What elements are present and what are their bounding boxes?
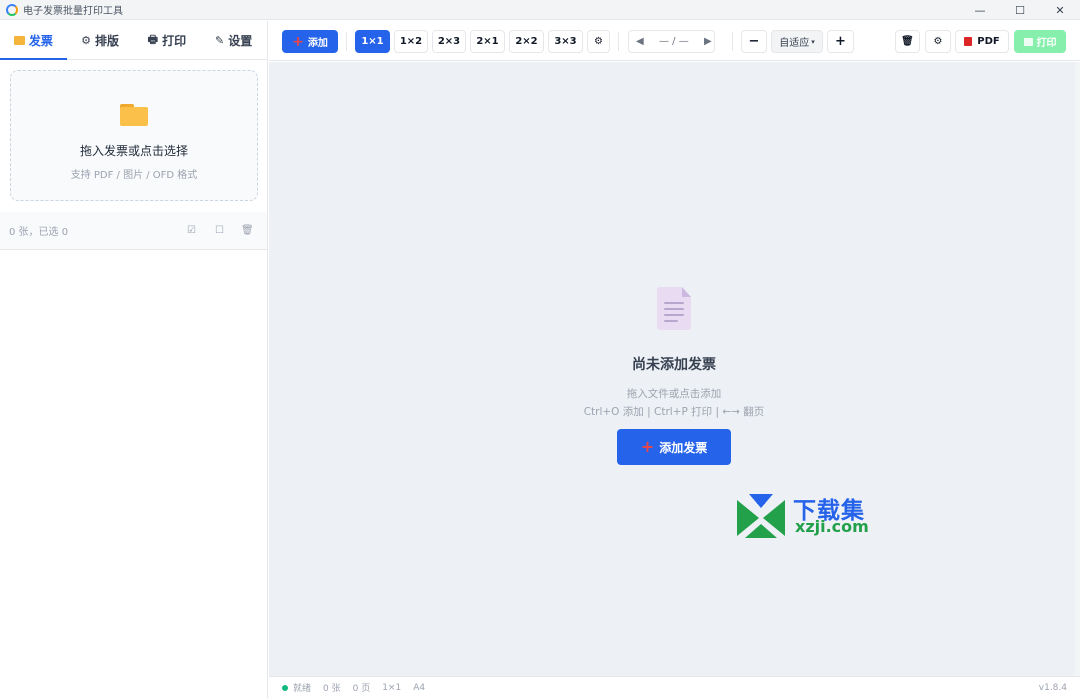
preview-area[interactable]: 尚未添加发票 拖入文件或点击添加 Ctrl+O 添加 | Ctrl+P 打印 |…: [269, 62, 1075, 676]
print-button[interactable]: 打印: [1014, 30, 1066, 53]
watermark-url: xzji.com: [795, 517, 869, 536]
current-layout: 1×1: [382, 682, 402, 693]
maximize-button[interactable]: ☐: [1000, 0, 1040, 20]
tab-invoices[interactable]: 发票: [0, 21, 67, 60]
document-line: [664, 308, 684, 310]
toolbar: + 添加 1×1 1×2 2×3 2×1 2×2 3×3 ⚙ ◀ — / — ▶…: [269, 21, 1080, 61]
gear-icon: ⚙: [933, 36, 943, 47]
layout-1x1-button[interactable]: 1×1: [355, 30, 390, 53]
tab-settings[interactable]: ✎ 设置: [200, 21, 267, 59]
open-folder-icon: [120, 104, 148, 126]
window-title: 电子发票批量打印工具: [23, 6, 123, 17]
app-logo-icon: [6, 3, 18, 16]
tab-settings-label: 设置: [228, 33, 253, 48]
add-invoice-button[interactable]: + 添加发票: [617, 429, 731, 465]
status-bar: 就绪 0 张 0 页 1×1 A4 v1.8.4: [269, 676, 1080, 698]
pdf-button-label: PDF: [977, 36, 1000, 47]
gear-icon: ⚙: [81, 33, 92, 47]
empty-state-hint: 拖入文件或点击添加: [626, 388, 722, 400]
select-all-icon[interactable]: ☑: [187, 225, 196, 236]
layout-1x2-button[interactable]: 1×2: [394, 30, 428, 53]
paper-size: A4: [413, 682, 426, 693]
tab-print[interactable]: 🖶 打印: [134, 21, 201, 59]
watermark-logo-icon: [737, 494, 785, 538]
pdf-icon: [964, 37, 973, 46]
scrollbar[interactable]: [1075, 62, 1080, 676]
file-dropzone[interactable]: 拖入发票或点击选择 支持 PDF / 图片 / OFD 格式: [10, 70, 258, 201]
shortcut-hint: Ctrl+O 添加 | Ctrl+P 打印 | ←→ 翻页: [583, 406, 765, 418]
page-count: 0 页: [352, 684, 371, 694]
divider: [346, 32, 347, 51]
delete-icon[interactable]: 🗑: [241, 225, 254, 236]
dropzone-title: 拖入发票或点击选择: [79, 144, 188, 158]
trash-icon: 🗑: [901, 36, 914, 47]
printer-icon: 🖶: [147, 32, 159, 46]
close-button[interactable]: ✕: [1040, 0, 1080, 20]
document-line: [664, 314, 684, 316]
gear-icon: ⚙: [594, 36, 603, 47]
page-indicator: — / —: [659, 36, 689, 47]
layout-3x3-button[interactable]: 3×3: [548, 30, 583, 53]
document-line: [664, 302, 684, 304]
invoice-list-header: 0 张，已选 0 ☑ ☐ 🗑: [0, 212, 267, 250]
layout-2x1-button[interactable]: 2×1: [470, 30, 505, 53]
print-button-label: 打印: [1036, 38, 1057, 49]
divider: [618, 32, 619, 51]
minimize-button[interactable]: —: [960, 0, 1000, 20]
tab-invoices-label: 发票: [28, 33, 53, 48]
folder-icon: [13, 35, 25, 45]
zoom-out-button[interactable]: −: [741, 30, 767, 53]
chevron-down-icon: ▾: [811, 37, 815, 46]
sidebar: 发票 ⚙ 排版 🖶 打印 ✎ 设置 拖入发票或点击选择 支持 PDF / 图片 …: [0, 21, 268, 698]
plus-icon: +: [292, 33, 304, 50]
wrench-icon: ✎: [215, 33, 225, 47]
version-label: v1.8.4: [1038, 682, 1067, 693]
invoice-count: 0 张: [323, 684, 341, 694]
status-text: 就绪: [293, 684, 312, 694]
add-button-label: 添加: [307, 38, 328, 49]
prev-page-icon[interactable]: ◀: [636, 30, 644, 53]
zoom-select[interactable]: 自适应 ▾: [771, 30, 823, 53]
printer-icon: [1023, 37, 1033, 46]
add-invoice-label: 添加发票: [659, 440, 708, 455]
zoom-in-button[interactable]: +: [827, 30, 854, 53]
layout-settings-button[interactable]: ⚙: [587, 30, 610, 53]
title-bar: 电子发票批量打印工具 — ☐ ✕: [0, 0, 1080, 20]
window-controls: — ☐ ✕: [960, 0, 1080, 20]
dropzone-subtitle: 支持 PDF / 图片 / OFD 格式: [70, 170, 198, 181]
selection-count: 0 张，已选 0: [9, 227, 69, 238]
tab-layout-label: 排版: [95, 33, 120, 48]
document-fold: [682, 287, 691, 297]
export-pdf-button[interactable]: PDF: [955, 30, 1009, 53]
sidebar-tabs: 发票 ⚙ 排版 🖶 打印 ✎ 设置: [0, 21, 267, 60]
empty-state-title: 尚未添加发票: [632, 357, 716, 373]
clear-button[interactable]: 🗑: [895, 30, 920, 53]
tab-layout[interactable]: ⚙ 排版: [67, 21, 134, 59]
zoom-value: 自适应: [779, 38, 810, 49]
status-dot-icon: [282, 684, 288, 691]
layout-2x2-button[interactable]: 2×2: [509, 30, 544, 53]
settings-button[interactable]: ⚙: [925, 30, 951, 53]
layout-2x3-button[interactable]: 2×3: [432, 30, 466, 53]
divider: [732, 32, 733, 51]
next-page-icon[interactable]: ▶: [704, 30, 712, 53]
plus-icon: +: [640, 437, 655, 456]
deselect-icon[interactable]: ☐: [215, 225, 224, 236]
add-button[interactable]: + 添加: [282, 30, 338, 53]
document-line: [664, 320, 678, 322]
tab-print-label: 打印: [162, 33, 187, 48]
